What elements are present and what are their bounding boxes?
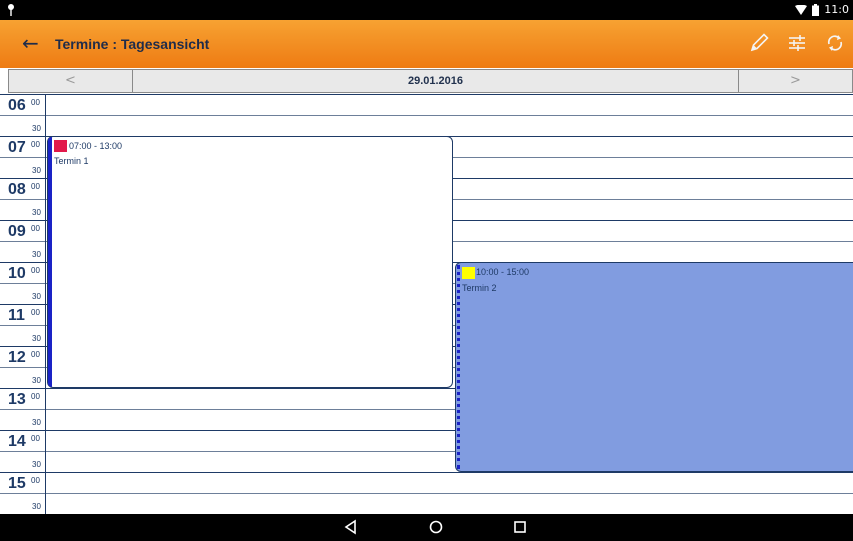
hour-label: 08 — [8, 181, 26, 198]
event-time: 10:00 - 15:00 — [476, 267, 530, 277]
pencil-icon — [750, 33, 769, 52]
time-column-divider — [45, 94, 46, 514]
filter-button[interactable] — [785, 30, 809, 56]
tune-sliders-icon — [789, 35, 805, 51]
hour-label: 12 — [8, 349, 26, 366]
battery-icon — [812, 3, 820, 16]
minute-label: 00 — [31, 140, 40, 149]
minute-label: 30 — [32, 166, 41, 175]
back-triangle-icon[interactable] — [343, 519, 359, 535]
hour-label: 10 — [8, 265, 26, 282]
sync-icon — [827, 35, 843, 51]
status-time: 11:0 — [824, 3, 849, 16]
minute-label: 30 — [32, 334, 41, 343]
minute-label: 00 — [31, 434, 40, 443]
minute-label: 30 — [32, 292, 41, 301]
time-slot[interactable]: 30 — [0, 115, 853, 136]
arrow-left-icon[interactable]: ← — [22, 32, 39, 54]
status-icons: 11:0 — [795, 3, 849, 16]
system-navigation-bar — [0, 514, 853, 541]
event-termin-1[interactable]: 07:00 - 13:00 Termin 1 — [47, 136, 453, 388]
minute-label: 30 — [32, 208, 41, 217]
event-side-marker — [457, 265, 460, 469]
event-title: Termin 1 — [54, 156, 89, 166]
minute-label: 00 — [31, 476, 40, 485]
minute-label: 30 — [32, 250, 41, 259]
minute-label: 30 — [32, 460, 41, 469]
previous-day-button[interactable]: < — [9, 70, 133, 92]
page-title: Termine : Tagesansicht — [55, 36, 210, 52]
edit-button[interactable] — [747, 30, 771, 56]
minute-label: 30 — [32, 418, 41, 427]
hour-label: 06 — [8, 97, 26, 114]
time-slot[interactable]: 15 00 — [0, 472, 853, 493]
current-date[interactable]: 29.01.2016 — [133, 70, 738, 92]
event-color-swatch — [54, 140, 67, 152]
event-title: Termin 2 — [462, 283, 497, 293]
hour-label: 15 — [8, 475, 26, 492]
minute-label: 00 — [31, 98, 40, 107]
hour-label: 09 — [8, 223, 26, 240]
minute-label: 00 — [31, 224, 40, 233]
status-bar: 11:0 — [0, 0, 853, 20]
next-day-button[interactable]: > — [738, 70, 852, 92]
hour-label: 07 — [8, 139, 26, 156]
minute-label: 00 — [31, 266, 40, 275]
minute-label: 30 — [32, 376, 41, 385]
minute-label: 00 — [31, 350, 40, 359]
date-navigation: < 29.01.2016 > — [8, 69, 853, 93]
home-circle-icon[interactable] — [428, 519, 444, 535]
event-side-marker — [48, 137, 52, 387]
minute-label: 30 — [32, 124, 41, 133]
event-termin-2[interactable]: 10:00 - 15:00 Termin 2 — [455, 262, 853, 472]
minute-label: 30 — [32, 502, 41, 511]
location-pin-icon — [8, 4, 14, 16]
sync-button[interactable] — [823, 30, 847, 56]
hour-label: 11 — [8, 307, 25, 324]
event-time: 07:00 - 13:00 — [69, 141, 123, 151]
minute-label: 00 — [31, 308, 40, 317]
hour-label: 13 — [8, 391, 26, 408]
app-toolbar: ← Termine : Tagesansicht — [0, 20, 853, 68]
wifi-icon — [795, 4, 808, 15]
time-slot[interactable]: 06 00 — [0, 94, 853, 115]
recents-square-icon[interactable] — [512, 519, 528, 535]
toolbar-actions — [747, 30, 853, 58]
hour-label: 14 — [8, 433, 26, 450]
event-color-swatch — [462, 267, 475, 279]
minute-label: 00 — [31, 392, 40, 401]
time-slot[interactable]: 30 — [0, 493, 853, 514]
minute-label: 00 — [31, 182, 40, 191]
